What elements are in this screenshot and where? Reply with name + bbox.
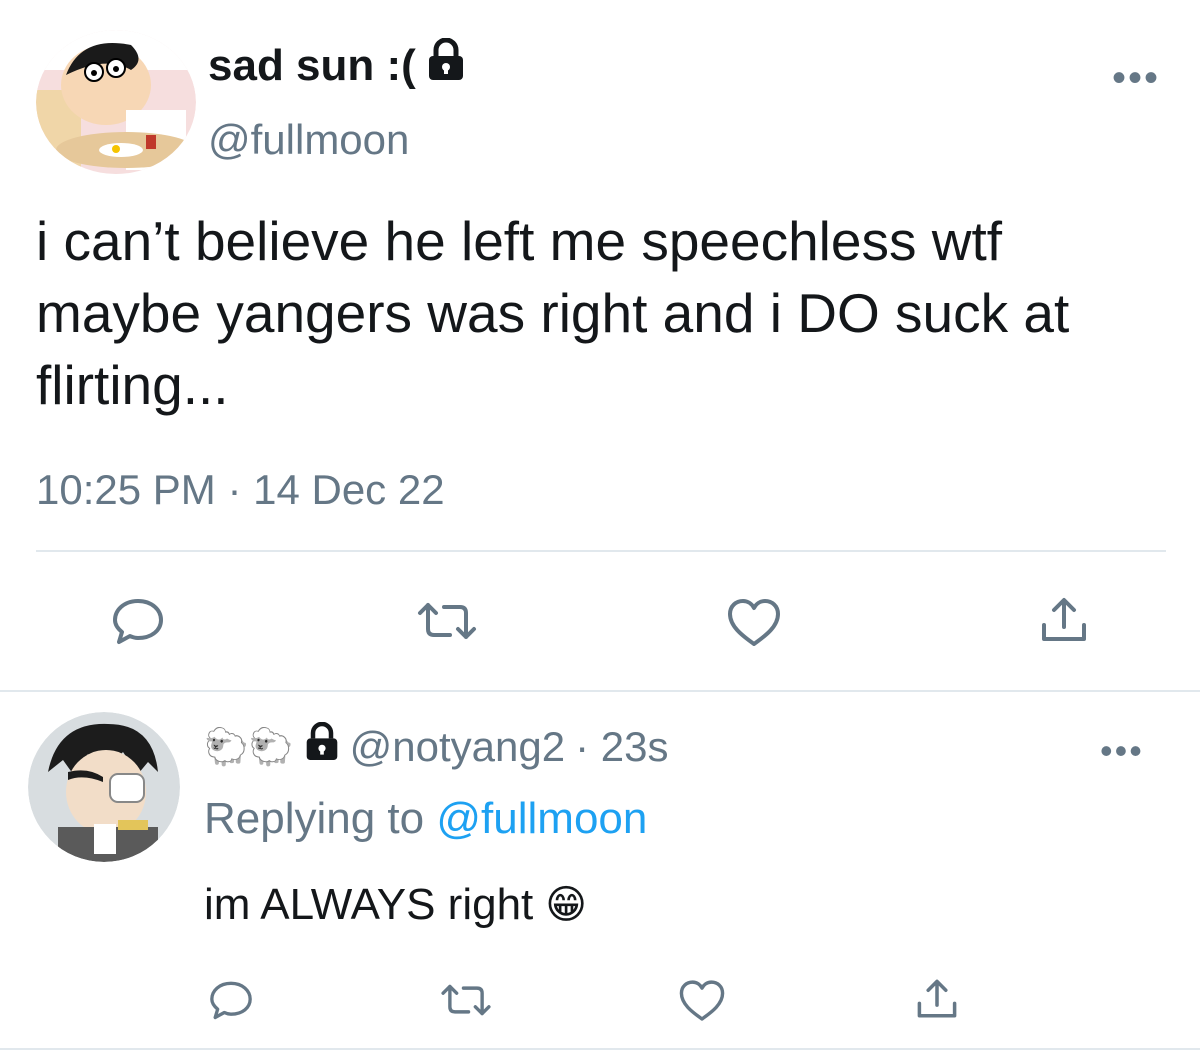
reply-text-body: im ALWAYS right [204,880,534,929]
reply-retweet-button[interactable] [436,978,496,1022]
timestamp[interactable]: 10:25 PM · 14 Dec 22 [36,466,445,514]
lock-icon [304,721,340,772]
reply-button[interactable] [108,596,168,646]
reply-more-icon[interactable]: ••• [1100,730,1144,772]
replying-to: Replying to @fullmoon [204,794,647,844]
reply-handle[interactable]: @notyang2 [350,723,565,771]
reply-icon [111,597,165,645]
reply-like-button[interactable] [676,978,728,1024]
reply-display-name[interactable]: 🐑🐑 [204,726,294,768]
reply-header: 🐑🐑 @notyang2 · 23s [204,721,669,772]
tweet-text: i can’t believe he left me speechless wt… [36,210,1070,416]
lock-icon [426,37,466,93]
retweet-icon [414,599,480,643]
replying-handle-link[interactable]: @fullmoon [436,794,647,843]
like-icon [678,979,726,1023]
handle[interactable]: @fullmoon [208,116,409,164]
like-button[interactable] [724,596,784,650]
replying-prefix: Replying to [204,794,425,843]
display-name-text: sad sun :( [208,40,416,90]
like-icon [726,598,782,648]
divider [0,690,1200,692]
divider [0,1048,1200,1050]
avatar[interactable] [36,30,196,175]
more-icon[interactable]: ••• [1112,56,1160,101]
divider [36,550,1166,552]
share-button[interactable] [1036,594,1092,646]
reply-time[interactable]: · 23s [575,723,668,771]
grinning-emoji: 😁 [545,883,587,927]
reply-text: im ALWAYS right 😁 [204,880,587,930]
reply-share-button[interactable] [912,976,962,1022]
reply-reply-button[interactable] [206,978,256,1022]
display-name[interactable]: sad sun :( [208,37,466,93]
retweet-button[interactable] [412,596,482,646]
share-icon [915,977,959,1021]
share-icon [1039,595,1089,645]
reply-icon [208,980,254,1020]
retweet-icon [438,981,494,1019]
reply-avatar[interactable] [28,712,180,862]
